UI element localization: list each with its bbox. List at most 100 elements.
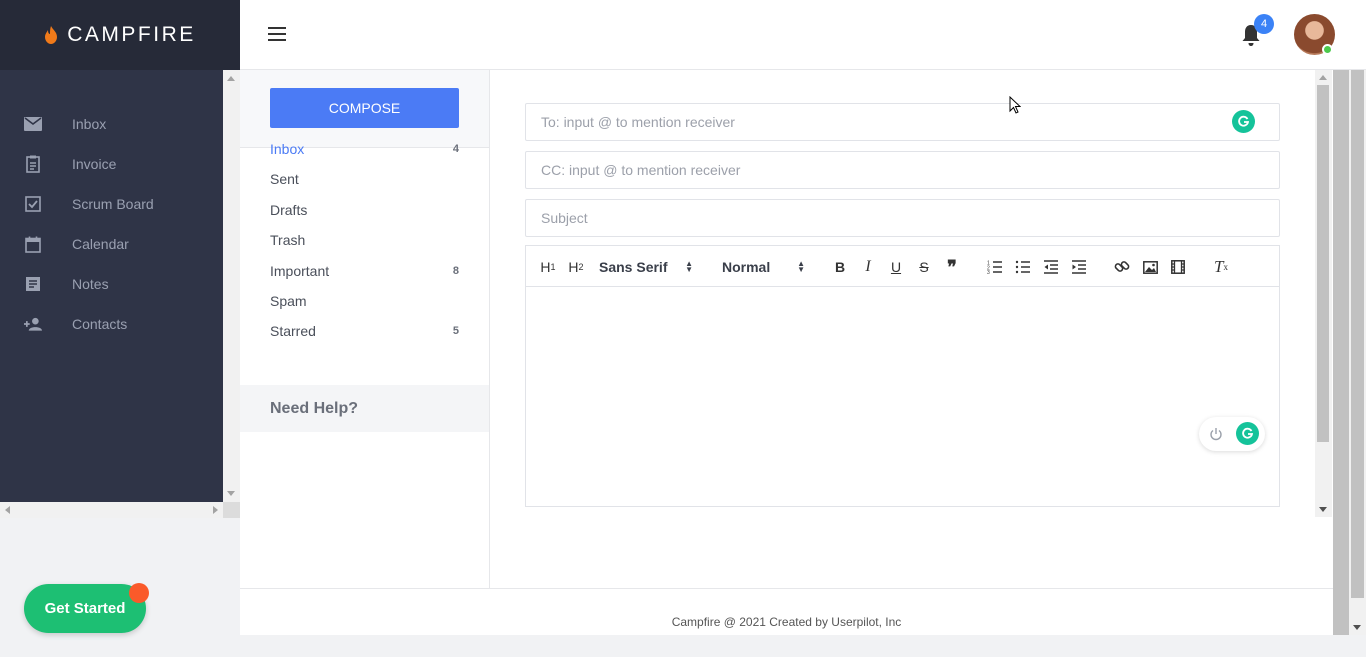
folder-sent[interactable]: Sent bbox=[270, 169, 459, 189]
cc-input[interactable] bbox=[526, 152, 1279, 188]
bold-button[interactable]: B bbox=[831, 258, 849, 276]
to-field[interactable] bbox=[525, 103, 1280, 141]
scroll-down-arrow-icon[interactable] bbox=[227, 491, 235, 496]
sidebar-item-scrum-board[interactable]: Scrum Board bbox=[0, 184, 223, 224]
quote-icon: ❞ bbox=[947, 256, 957, 277]
bullet-list-icon bbox=[1015, 260, 1030, 274]
compose-area: COMPOSE bbox=[240, 70, 489, 148]
video-button[interactable] bbox=[1169, 258, 1187, 276]
clipboard-icon bbox=[24, 155, 42, 173]
to-input[interactable] bbox=[526, 104, 1279, 140]
scroll-up-arrow-icon[interactable] bbox=[227, 76, 235, 81]
grammarly-widget[interactable] bbox=[1199, 417, 1265, 451]
sidebar-item-contacts[interactable]: Contacts bbox=[0, 304, 223, 344]
sidebar-horizontal-scrollbar[interactable] bbox=[0, 502, 223, 518]
blockquote-button[interactable]: ❞ bbox=[943, 256, 961, 277]
subject-input[interactable] bbox=[526, 200, 1279, 236]
page-scrollbar-track[interactable] bbox=[1333, 70, 1349, 635]
scrollbar-corner bbox=[223, 502, 240, 518]
notes-icon bbox=[24, 275, 42, 293]
mail-icon bbox=[24, 115, 42, 133]
outdent-button[interactable] bbox=[1042, 258, 1060, 276]
grammarly-icon[interactable] bbox=[1232, 110, 1255, 133]
indent-icon bbox=[1072, 260, 1086, 274]
underline-icon: U bbox=[890, 259, 902, 275]
scroll-up-arrow-icon[interactable] bbox=[1319, 75, 1327, 80]
folder-count: 5 bbox=[452, 325, 459, 337]
heading-1-button[interactable]: H1 bbox=[538, 258, 558, 276]
need-help-section[interactable]: Need Help? bbox=[240, 385, 489, 432]
heading-2-button[interactable]: H2 bbox=[566, 258, 586, 276]
video-icon bbox=[1171, 260, 1185, 274]
strike-button[interactable]: S bbox=[915, 258, 933, 276]
flame-icon bbox=[45, 26, 58, 44]
grammarly-icon[interactable] bbox=[1236, 422, 1259, 445]
sidebar-item-label: Scrum Board bbox=[72, 196, 154, 212]
font-size-select[interactable]: Normal ▲ ▼ bbox=[722, 258, 805, 276]
image-button[interactable] bbox=[1141, 258, 1159, 276]
image-icon bbox=[1142, 260, 1158, 274]
brand-logo[interactable]: CAMPFIRE bbox=[0, 0, 240, 70]
folder-name: Starred bbox=[270, 323, 316, 339]
main-content: COMPOSE Inbox 4 Sent Drafts Trash Import… bbox=[240, 70, 1333, 635]
power-icon[interactable] bbox=[1209, 427, 1223, 441]
folder-name: Spam bbox=[270, 293, 307, 309]
sidebar-vertical-scrollbar[interactable] bbox=[223, 70, 240, 502]
folder-inbox[interactable]: Inbox 4 bbox=[270, 139, 459, 159]
sidebar-item-label: Notes bbox=[72, 276, 109, 292]
online-status-dot bbox=[1322, 44, 1333, 55]
ordered-list-button[interactable]: 123 bbox=[986, 258, 1004, 276]
footer: Campfire @ 2021 Created by Userpilot, In… bbox=[240, 588, 1333, 635]
content-vertical-scrollbar[interactable] bbox=[1315, 70, 1332, 517]
folder-important[interactable]: Important 8 bbox=[270, 261, 459, 281]
brand-name: CAMPFIRE bbox=[67, 23, 196, 46]
bullet-list-button[interactable] bbox=[1014, 258, 1032, 276]
window-vertical-scrollbar[interactable] bbox=[1349, 70, 1366, 635]
scrollbar-thumb[interactable] bbox=[1317, 85, 1329, 442]
editor-toolbar: H1 H2 Sans Serif ▲ ▼ Normal ▲ ▼ B I U S ❞ … bbox=[526, 246, 1279, 287]
get-started-button[interactable]: Get Started bbox=[24, 584, 146, 633]
folder-name: Sent bbox=[270, 171, 299, 187]
scroll-right-arrow-icon[interactable] bbox=[213, 506, 218, 514]
compose-button[interactable]: COMPOSE bbox=[270, 88, 459, 128]
sidebar-item-inbox[interactable]: Inbox bbox=[0, 104, 223, 144]
clear-format-button[interactable]: Tx bbox=[1212, 257, 1230, 276]
folder-drafts[interactable]: Drafts bbox=[270, 200, 459, 220]
folder-trash[interactable]: Trash bbox=[270, 230, 459, 250]
editor-body[interactable] bbox=[526, 287, 1279, 506]
scroll-left-arrow-icon[interactable] bbox=[5, 506, 10, 514]
link-icon bbox=[1114, 261, 1130, 272]
font-family-select[interactable]: Sans Serif ▲ ▼ bbox=[599, 258, 693, 276]
folder-name: Drafts bbox=[270, 202, 308, 218]
calendar-icon bbox=[24, 235, 42, 253]
mouse-cursor-icon bbox=[1009, 96, 1021, 114]
scroll-down-arrow-icon[interactable] bbox=[1353, 625, 1361, 630]
scrollbar-thumb[interactable] bbox=[1351, 70, 1364, 598]
menu-toggle-icon[interactable] bbox=[268, 27, 286, 41]
folder-spam[interactable]: Spam bbox=[270, 291, 459, 311]
scroll-down-arrow-icon[interactable] bbox=[1319, 507, 1327, 512]
sidebar-item-invoice[interactable]: Invoice bbox=[0, 144, 223, 184]
mailbox-panel: COMPOSE Inbox 4 Sent Drafts Trash Import… bbox=[240, 70, 490, 588]
strikethrough-icon: S bbox=[919, 259, 929, 275]
sidebar-item-label: Calendar bbox=[72, 236, 129, 252]
select-arrows-icon: ▲ ▼ bbox=[797, 259, 805, 274]
notification-badge: 4 bbox=[1254, 14, 1274, 34]
folder-name: Trash bbox=[270, 232, 306, 248]
underline-button[interactable]: U bbox=[887, 258, 905, 276]
folder-count: 4 bbox=[452, 143, 459, 155]
sidebar-item-notes[interactable]: Notes bbox=[0, 264, 223, 304]
folder-starred[interactable]: Starred 5 bbox=[270, 321, 459, 341]
outdent-icon bbox=[1044, 260, 1058, 274]
font-size-value: Normal bbox=[722, 259, 771, 275]
sidebar-item-label: Inbox bbox=[72, 116, 107, 132]
sidebar-item-label: Contacts bbox=[72, 316, 128, 332]
need-help-label: Need Help? bbox=[270, 400, 359, 417]
link-button[interactable] bbox=[1113, 258, 1131, 276]
sidebar-item-calendar[interactable]: Calendar bbox=[0, 224, 223, 264]
indent-button[interactable] bbox=[1070, 258, 1088, 276]
italic-icon: I bbox=[865, 258, 871, 275]
italic-button[interactable]: I bbox=[859, 258, 877, 276]
cc-field[interactable] bbox=[525, 151, 1280, 189]
subject-field[interactable] bbox=[525, 199, 1280, 237]
